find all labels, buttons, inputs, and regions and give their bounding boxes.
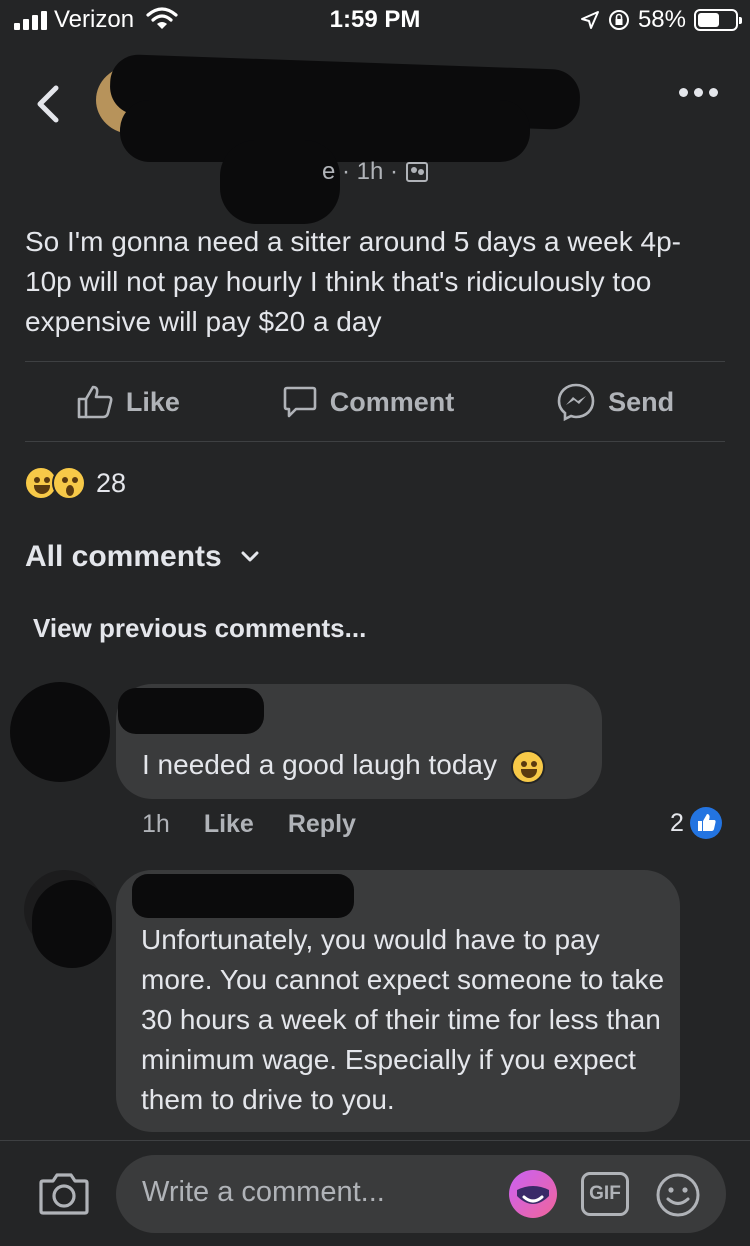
comment-label: Comment (329, 386, 455, 417)
reaction-summary[interactable]: 28 (24, 466, 126, 500)
avatar-face-icon (517, 1186, 549, 1204)
redacted-commenter-name (118, 688, 264, 734)
more-options-icon[interactable] (679, 88, 718, 97)
thumbs-up-icon (77, 385, 113, 419)
comment-text: I needed a good laugh today (142, 745, 545, 785)
comment-filter-label: All comments (25, 540, 222, 573)
comment-input-placeholder: Write a comment... (142, 1176, 385, 1208)
back-arrow-icon[interactable] (30, 82, 70, 126)
status-bar: Verizon 1:59 PM 58% (0, 0, 750, 40)
commenter-avatar[interactable] (10, 682, 110, 782)
thumbs-up-icon (697, 814, 716, 831)
redacted-avatar-overlay (32, 880, 112, 968)
comment-filter-dropdown[interactable]: All comments (25, 540, 260, 574)
orientation-lock-icon (608, 10, 629, 30)
comment-like-link[interactable]: Like (204, 810, 254, 839)
messenger-icon (557, 383, 595, 422)
send-button[interactable]: Send (556, 382, 674, 422)
like-button[interactable]: Like (76, 384, 180, 420)
like-badge-icon (689, 807, 722, 839)
post-meta: e · 1h · (322, 158, 429, 186)
comment-text-content: I needed a good laugh today (142, 749, 497, 780)
post-timestamp: e · 1h · (322, 158, 399, 185)
post-action-bar: Like Comment Send (25, 363, 725, 441)
like-label: Like (125, 386, 180, 417)
status-right-group: 58% (580, 6, 742, 34)
group-audience-icon (406, 162, 429, 182)
divider (25, 361, 725, 362)
comment-bubble-icon (283, 386, 317, 418)
comment-reply-link[interactable]: Reply (288, 810, 356, 839)
comment-like-count[interactable]: 2 (670, 807, 722, 839)
comment-text: Unfortunately, you would have to pay mor… (141, 924, 665, 1115)
wow-reaction-icon (52, 466, 86, 500)
battery-fill (698, 13, 719, 27)
comment-time: 1h (142, 810, 170, 838)
comment-meta: 1h Like Reply (142, 810, 356, 839)
location-arrow-icon (580, 11, 599, 29)
view-previous-comments-link[interactable]: View previous comments... (33, 613, 366, 644)
comment-button[interactable]: Comment (282, 384, 455, 420)
avatar-sticker-icon[interactable] (509, 1170, 557, 1218)
redacted-commenter-name (132, 874, 354, 918)
comment-like-count-value: 2 (670, 808, 684, 837)
battery-icon (694, 9, 742, 31)
gif-icon[interactable]: GIF (581, 1172, 629, 1216)
reaction-count: 28 (96, 467, 127, 498)
send-label: Send (608, 386, 675, 417)
battery-percent: 58% (637, 6, 686, 33)
post-text: So I'm gonna need a sitter around 5 days… (25, 226, 681, 337)
camera-icon[interactable] (38, 1170, 90, 1216)
emoji-picker-icon[interactable] (655, 1172, 701, 1218)
divider (25, 441, 725, 442)
tears-of-joy-emoji-icon (510, 749, 545, 784)
chevron-down-icon (241, 551, 259, 562)
